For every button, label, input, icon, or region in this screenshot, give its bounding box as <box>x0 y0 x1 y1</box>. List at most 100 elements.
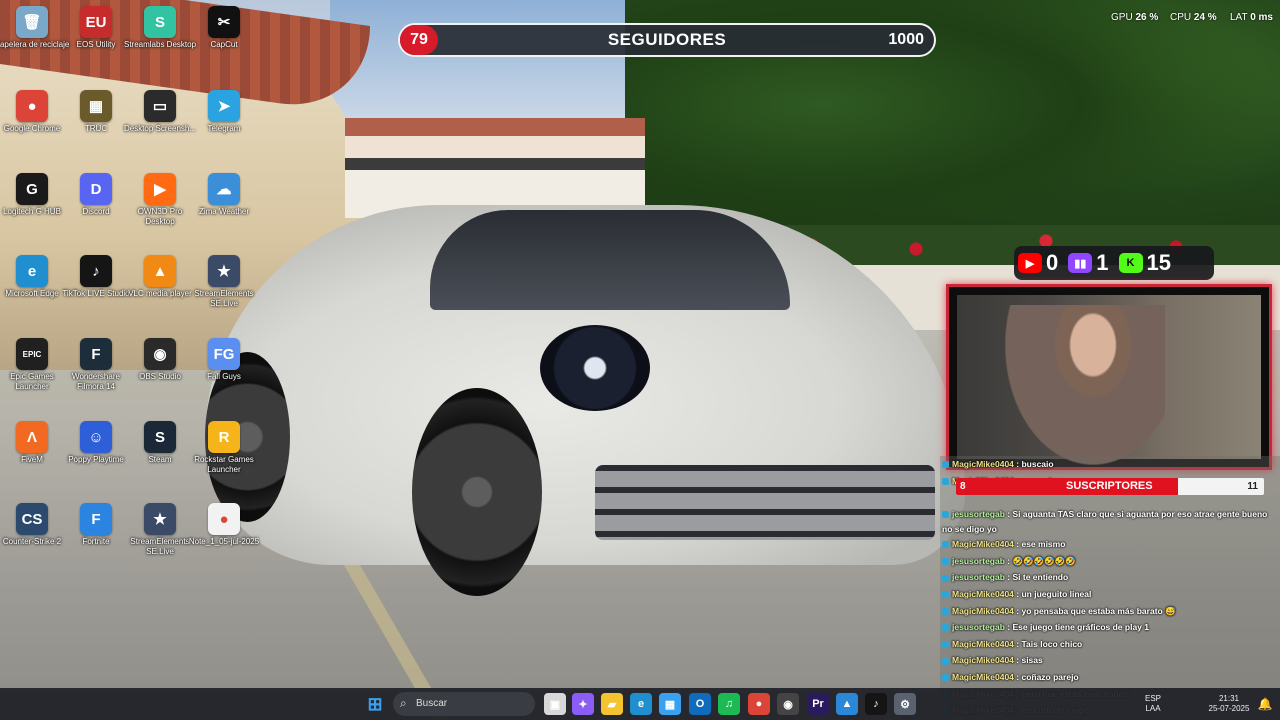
chrome-icon[interactable]: ● <box>748 693 770 715</box>
recycle-bin-icon: 🗑 <box>16 6 48 38</box>
desktop-icon[interactable]: FG Fall Guys <box>184 334 264 412</box>
desktop-icon[interactable]: ☁ Zima Weather <box>184 169 264 247</box>
platform-badge-icon <box>942 541 949 549</box>
streamlabs-icon: S <box>144 6 176 38</box>
chat-text: yo pensaba que estaba más barato 😅 <box>1021 605 1176 616</box>
desktop-icon[interactable]: R Rockstar Games Launcher <box>184 417 264 495</box>
search-placeholder: Buscar <box>416 698 448 709</box>
chat-username: jesusortegab <box>952 509 1005 520</box>
chat-text: un jueguito lineal <box>1021 588 1092 599</box>
weather-icon: ☁ <box>208 173 240 205</box>
notification-bell-icon[interactable]: 🔔 <box>1254 693 1276 715</box>
chat-message: jesusortegab : Ese juego tiene gráficos … <box>940 619 1280 636</box>
subscribers-count: 8 <box>960 481 966 492</box>
language-label: ESP <box>1144 694 1161 703</box>
platform-badge-icon <box>942 511 949 519</box>
fivem-icon: Λ <box>16 421 48 453</box>
own3d-icon: ▶ <box>144 173 176 205</box>
kick-icon: K <box>1118 253 1143 273</box>
chat-username: MagicMike0404 <box>952 459 1014 469</box>
fall-guys-icon: FG <box>208 338 240 370</box>
copilot-icon[interactable]: ✦ <box>572 693 594 715</box>
youtube-icon: ▶ <box>1018 253 1042 273</box>
desktop-icon[interactable]: ➤ Telegram <box>184 86 264 164</box>
rockstar-icon: R <box>208 421 240 453</box>
social-count: 15 <box>1146 250 1171 275</box>
wallpaper-car-wheel <box>412 388 542 596</box>
desktop-icon-label: StreamElements SE.Live <box>194 289 254 308</box>
eos-utility-icon: EU <box>80 6 112 38</box>
platform-badge-icon <box>942 624 949 632</box>
chat-text: Ese juego tiene gráficos de play 1 <box>1012 622 1149 633</box>
outlook-icon[interactable]: O <box>689 693 711 715</box>
settings-icon[interactable]: ⚙ <box>894 693 916 715</box>
steam-icon: S <box>144 421 176 453</box>
wallpaper-car-headlight <box>540 325 650 411</box>
subscribers-goal-bar: 8 SUSCRIPTORES 11 <box>956 478 1264 495</box>
cpu-label: CPU <box>1170 12 1192 23</box>
gpu-value: 26 % <box>1135 12 1159 23</box>
social-count: 0 <box>1046 250 1059 275</box>
taskbar-search[interactable]: ⌕ Buscar <box>393 692 535 716</box>
desktop-icon[interactable]: ✂ CapCut <box>184 2 264 80</box>
chat-username: MagicMike0404 <box>952 655 1014 666</box>
chat-username: MagicMike0404 <box>952 671 1014 682</box>
search-icon: ⌕ <box>400 696 407 710</box>
platform-badge-icon <box>942 607 949 615</box>
clock-date: 25-07-2025 <box>1208 704 1250 713</box>
keyboard-layout-label: LAA <box>1145 704 1161 713</box>
photos-icon[interactable]: ▲ <box>836 693 858 715</box>
chat-username: MagicMike0404 <box>952 588 1014 599</box>
epic-games-icon: EPIC <box>16 338 48 370</box>
chat-message: MagicMike0404 : sisas <box>940 652 1280 669</box>
language-indicator[interactable]: ESP LAA <box>1142 694 1164 714</box>
desktop-icon-label: Telegram <box>207 124 241 133</box>
social-counters: ▶ 0 ▮▮ 1 K 15 <box>1014 246 1214 280</box>
edge-icon: e <box>16 255 48 287</box>
taskbar: ⊞ ⌕ Buscar ▣ ✦ ▰ e ▦ O ♫ ● ◉ Pr ▲ ♪ ⚙ ESP LAA 21:31 … <box>0 688 1280 720</box>
platform-badge-icon <box>942 674 949 682</box>
file-explorer-icon[interactable]: ▰ <box>601 693 623 715</box>
vlc-icon: ▲ <box>144 255 176 287</box>
platform-badge-icon <box>942 657 949 665</box>
telegram-icon: ➤ <box>208 90 240 122</box>
wallpaper-car-window <box>430 210 790 310</box>
spotify-icon[interactable]: ♫ <box>718 693 740 715</box>
chat-username: MagicMike0404 <box>952 539 1014 550</box>
chrome-icon: ● <box>16 90 48 122</box>
desktop-icon-label: CapCut <box>210 40 238 49</box>
microsoft-store-icon[interactable]: ▦ <box>659 693 681 715</box>
gpu-label: GPU <box>1111 12 1133 23</box>
edge-icon[interactable]: e <box>630 693 652 715</box>
platform-badge-icon <box>942 461 949 469</box>
logitech-icon: G <box>16 173 48 205</box>
obs-icon[interactable]: ◉ <box>777 693 799 715</box>
followers-title: SEGUIDORES <box>607 30 727 49</box>
streamelements-icon: ★ <box>208 255 240 287</box>
platform-badge-icon <box>942 574 949 582</box>
latency-value: 0 ms <box>1250 12 1273 23</box>
chat-text: buscaio <box>1021 459 1054 469</box>
platform-badge-icon <box>942 477 949 485</box>
gpu-stat: GPU 26 % <box>1111 12 1158 23</box>
taskbar-clock[interactable]: 21:31 25-07-2025 <box>1206 694 1252 714</box>
chat-username: MagicMike0404 <box>952 638 1014 649</box>
chat-message: MagicMike0404 : buscaio <box>940 456 1280 473</box>
chat-overlay: MagicMike0404 : buscaioMagicMike0404 : q… <box>940 456 1280 720</box>
platform-badge-icon <box>942 591 949 599</box>
twitch-icon: ▮▮ <box>1068 253 1093 273</box>
desktop-icon[interactable]: ● Note_1_05-jul-2025 <box>184 499 264 577</box>
task-view-icon[interactable]: ▣ <box>544 693 566 715</box>
premiere-icon[interactable]: Pr <box>807 693 829 715</box>
cpu-value: 24 % <box>1193 12 1217 23</box>
webcam-feed <box>957 295 1261 465</box>
windows-start-icon[interactable]: ⊞ <box>364 693 386 715</box>
chat-text: Tais loco chico <box>1021 638 1083 649</box>
chat-username: jesusortegab <box>952 555 1005 566</box>
followers-goal: 1000 <box>888 31 924 48</box>
chat-text: ese mismo <box>1021 539 1066 550</box>
webcam-streamer <box>1005 305 1165 465</box>
chat-text: sisas <box>1021 655 1043 666</box>
desktop-icon[interactable]: ★ StreamElements SE.Live <box>184 251 264 329</box>
tiktok-icon[interactable]: ♪ <box>865 693 887 715</box>
